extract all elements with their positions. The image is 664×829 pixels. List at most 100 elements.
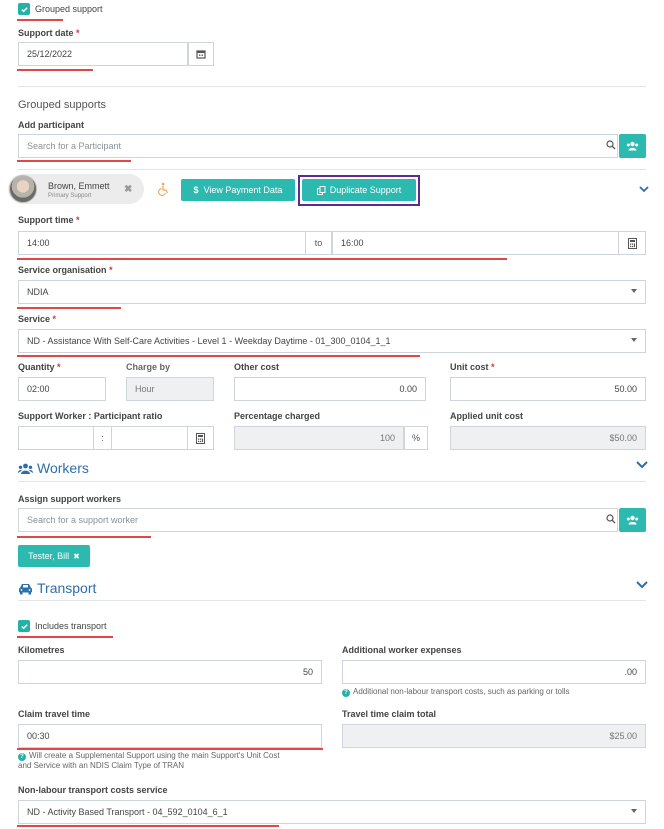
- applied-unit-cost-label: Applied unit cost: [450, 411, 523, 421]
- search-icon: [606, 514, 616, 526]
- other-cost-label: Other cost: [234, 362, 280, 372]
- annotation-underline: [17, 825, 279, 827]
- claim-travel-time-label: Claim travel time: [18, 709, 91, 719]
- annotation-underline: [17, 636, 113, 638]
- unit-cost-input[interactable]: 50.00: [450, 377, 646, 401]
- kilometres-input[interactable]: 50: [18, 660, 322, 684]
- annotation-underline: [17, 748, 323, 750]
- additional-expenses-label: Additional worker expenses: [342, 645, 462, 655]
- dropdown-arrow-icon: [631, 809, 637, 813]
- calculator-icon: [196, 432, 205, 444]
- quantity-label: Quantity *: [18, 362, 61, 372]
- time-to-separator: to: [306, 231, 332, 255]
- service-select[interactable]: ND - Assistance With Self-Care Activitie…: [18, 329, 646, 353]
- participant-role: Primary Support: [48, 193, 92, 199]
- collapse-workers-chevron-icon[interactable]: [636, 461, 648, 471]
- includes-transport-checkbox[interactable]: [18, 620, 30, 632]
- participant-name: Brown, Emmett: [48, 181, 110, 191]
- claim-travel-help-1: ? Will create a Supplemental Support usin…: [18, 751, 280, 761]
- additional-expenses-help: ? Additional non-labour transport costs, …: [342, 687, 570, 697]
- ratio-label: Support Worker : Participant ratio: [18, 411, 163, 421]
- annotation-underline: [17, 69, 93, 71]
- support-date-input[interactable]: 25/12/2022: [18, 42, 188, 66]
- transport-section-title: Transport: [37, 580, 97, 596]
- car-icon: [18, 583, 33, 597]
- additional-expenses-input[interactable]: .00: [342, 660, 646, 684]
- workers-section-title: Workers: [37, 460, 89, 476]
- support-time-end-input[interactable]: 16:00: [332, 231, 619, 255]
- annotation-underline: [17, 307, 121, 309]
- service-label: Service *: [18, 314, 57, 324]
- charge-by-input: Hour: [126, 377, 214, 401]
- kilometres-label: Kilometres: [18, 645, 65, 655]
- includes-transport-label: Includes transport: [35, 621, 107, 631]
- annotation-underline: [17, 19, 63, 21]
- nonlabour-service-select[interactable]: ND - Activity Based Transport - 04_592_0…: [18, 800, 646, 824]
- assign-workers-label: Assign support workers: [18, 494, 122, 504]
- avatar: [9, 175, 37, 203]
- worker-tag[interactable]: Tester, Bill ✖: [18, 545, 90, 567]
- duplicate-support-button[interactable]: Duplicate Support: [302, 179, 416, 201]
- calendar-button[interactable]: [188, 42, 214, 66]
- claim-travel-help-2: and Service with an NDIS Claim Type of T…: [18, 761, 184, 770]
- collapse-participant-chevron-icon[interactable]: [639, 185, 649, 195]
- percentage-charged-label: Percentage charged: [234, 411, 321, 421]
- users-icon: [626, 141, 639, 151]
- service-organisation-value: NDIA: [27, 287, 49, 297]
- support-date-label: Support date *: [18, 28, 80, 38]
- applied-unit-cost-input: $50.00: [450, 426, 646, 450]
- percentage-charged-input: 100: [234, 426, 404, 450]
- grouped-support-label: Grouped support: [35, 4, 103, 14]
- charge-by-label: Charge by: [126, 362, 171, 372]
- support-time-start-input[interactable]: 14:00: [18, 231, 306, 255]
- annotation-underline: [17, 536, 151, 538]
- check-icon: [20, 623, 28, 629]
- time-calculator-button[interactable]: [619, 231, 646, 255]
- ratio-worker-input[interactable]: [18, 426, 94, 450]
- ratio-participant-input[interactable]: [112, 426, 188, 450]
- add-worker-group-button[interactable]: [619, 508, 646, 532]
- support-time-label: Support time *: [18, 215, 80, 225]
- dropdown-arrow-icon: [631, 289, 637, 293]
- add-participant-label: Add participant: [18, 120, 85, 130]
- collapse-transport-chevron-icon[interactable]: [636, 581, 648, 591]
- percent-suffix: %: [404, 426, 428, 450]
- add-group-button[interactable]: [619, 134, 646, 158]
- travel-time-total-label: Travel time claim total: [342, 709, 437, 719]
- unit-cost-label: Unit cost *: [450, 362, 495, 372]
- view-payment-data-button[interactable]: $ View Payment Data: [181, 179, 295, 201]
- check-icon: [20, 6, 28, 12]
- claim-travel-time-input[interactable]: 00:30: [18, 724, 322, 748]
- annotation-underline: [17, 258, 507, 260]
- dropdown-arrow-icon: [631, 338, 637, 342]
- annotation-underline: [17, 160, 131, 162]
- service-value: ND - Assistance With Self-Care Activitie…: [27, 336, 391, 346]
- ratio-separator: :: [94, 426, 112, 450]
- travel-time-total-input: $25.00: [342, 724, 646, 748]
- search-icon: [606, 140, 616, 152]
- users-icon: [18, 463, 33, 476]
- users-icon: [626, 515, 639, 525]
- divider: [18, 169, 646, 170]
- help-icon: ?: [18, 753, 26, 761]
- service-organisation-label: Service organisation *: [18, 265, 113, 275]
- ratio-calculator-button[interactable]: [188, 426, 214, 450]
- grouped-support-checkbox[interactable]: [18, 3, 30, 15]
- dollar-icon: $: [193, 185, 199, 195]
- copy-icon: [316, 185, 326, 195]
- divider: [18, 481, 646, 482]
- service-organisation-select[interactable]: NDIA: [18, 280, 646, 304]
- calculator-icon: [627, 237, 637, 249]
- wheelchair-icon: [157, 182, 169, 198]
- participant-search-input[interactable]: Search for a Participant: [18, 134, 618, 158]
- quantity-input[interactable]: 02:00: [18, 377, 106, 401]
- grouped-supports-heading: Grouped supports: [18, 99, 107, 111]
- nonlabour-service-label: Non-labour transport costs service: [18, 785, 168, 795]
- calendar-icon: [196, 50, 206, 59]
- divider: [18, 86, 646, 87]
- remove-worker-icon[interactable]: ✖: [73, 552, 80, 561]
- remove-participant-icon[interactable]: ✖: [124, 184, 132, 195]
- other-cost-input[interactable]: 0.00: [234, 377, 426, 401]
- help-icon: ?: [342, 689, 350, 697]
- worker-search-input[interactable]: Search for a support worker: [18, 508, 618, 532]
